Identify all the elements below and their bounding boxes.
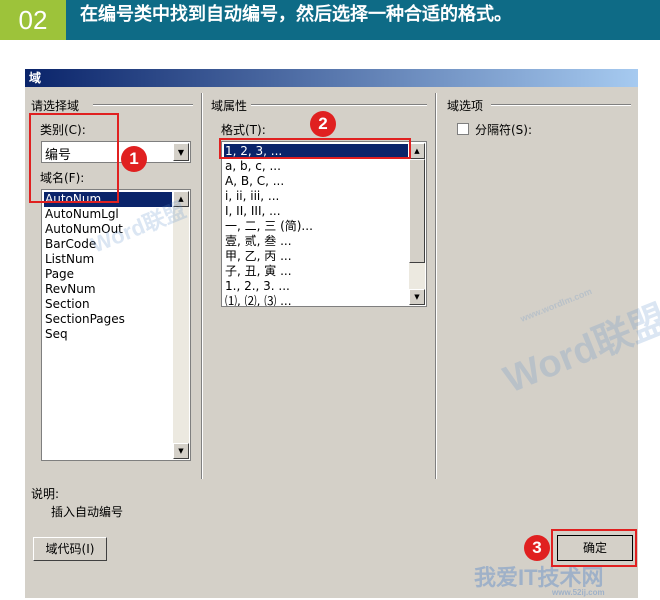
field-name-list[interactable]: AutoNum AutoNumLgl AutoNumOut BarCode ListNu…: [41, 189, 191, 461]
field-name-item[interactable]: AutoNum: [44, 192, 172, 207]
field-name-item[interactable]: AutoNumOut: [44, 222, 172, 237]
format-item[interactable]: 甲, 乙, 丙 ...: [224, 249, 408, 264]
instruction-banner: 02 在编号类中找到自动编号，然后选择一种合适的格式。: [0, 0, 660, 40]
select-field-section-title: 请选择域: [31, 99, 80, 113]
annotation-badge-3: 3: [524, 535, 550, 561]
field-name-item[interactable]: BarCode: [44, 237, 172, 252]
category-value: 编号: [45, 148, 72, 163]
format-item[interactable]: i, ii, iii, ...: [224, 189, 408, 204]
field-dialog: 域 请选择域 类别(C): 编号 ▼ 域名(F): AutoNum AutoNum…: [24, 68, 638, 598]
field-codes-button[interactable]: 域代码(I): [33, 537, 107, 561]
annotation-badge-2: 2: [310, 111, 336, 137]
field-name-item[interactable]: SectionPages: [44, 312, 172, 327]
field-name-item[interactable]: Page: [44, 267, 172, 282]
separator-checkbox[interactable]: [457, 123, 469, 135]
field-options-section-title: 域选项: [447, 99, 484, 113]
format-item[interactable]: 子, 丑, 寅 ...: [224, 264, 408, 279]
field-name-items: AutoNum AutoNumLgl AutoNumOut BarCode ListNu…: [44, 192, 172, 342]
field-name-item[interactable]: AutoNumLgl: [44, 207, 172, 222]
format-item[interactable]: 1, 2, 3, ...: [224, 144, 408, 159]
format-item[interactable]: 一, 二, 三 (简)...: [224, 219, 408, 234]
column-divider-left: [201, 93, 203, 479]
field-name-label: 域名(F):: [40, 171, 85, 185]
format-item[interactable]: a, b, c, ...: [224, 159, 408, 174]
separator-label: 分隔符(S):: [475, 123, 533, 137]
format-label: 格式(T):: [221, 123, 266, 137]
description-text: 插入自动编号: [51, 505, 124, 519]
field-name-item[interactable]: ListNum: [44, 252, 172, 267]
scroll-down-icon[interactable]: ▼: [409, 289, 425, 305]
format-item[interactable]: 1., 2., 3. ...: [224, 279, 408, 294]
section-divider: [93, 104, 193, 106]
step-instruction: 在编号类中找到自动编号，然后选择一种合适的格式。: [80, 4, 512, 25]
format-list[interactable]: 1, 2, 3, ... a, b, c, ... A, B, C, ... i, i…: [221, 141, 427, 307]
dialog-title: 域: [25, 69, 638, 87]
scroll-up-icon[interactable]: ▲: [409, 143, 425, 159]
format-item[interactable]: I, II, III, ...: [224, 204, 408, 219]
section-divider: [251, 104, 427, 106]
column-divider-right: [435, 93, 437, 479]
annotation-badge-1: 1: [121, 146, 147, 172]
scroll-thumb[interactable]: [409, 159, 425, 263]
format-scrollbar[interactable]: ▲ ▼: [409, 143, 425, 305]
ok-button[interactable]: 确定: [557, 535, 633, 561]
field-properties-section-title: 域属性: [211, 99, 248, 113]
section-divider: [491, 104, 631, 106]
format-item[interactable]: ⑴, ⑵, ⑶ ...: [224, 294, 408, 306]
field-name-item[interactable]: Seq: [44, 327, 172, 342]
format-item[interactable]: A, B, C, ...: [224, 174, 408, 189]
step-number: 02: [0, 0, 66, 40]
scroll-down-icon[interactable]: ▼: [173, 443, 189, 459]
description-title: 说明:: [31, 487, 60, 501]
category-dropdown[interactable]: 编号 ▼: [41, 141, 191, 163]
category-label: 类别(C):: [40, 123, 86, 137]
scroll-up-icon[interactable]: ▲: [173, 191, 189, 207]
chevron-down-icon[interactable]: ▼: [173, 143, 189, 161]
field-name-item[interactable]: Section: [44, 297, 172, 312]
field-name-item[interactable]: RevNum: [44, 282, 172, 297]
field-name-scrollbar[interactable]: ▲ ▼: [173, 191, 189, 459]
format-item[interactable]: 壹, 贰, 叁 ...: [224, 234, 408, 249]
format-items: 1, 2, 3, ... a, b, c, ... A, B, C, ... i, i…: [224, 144, 408, 306]
